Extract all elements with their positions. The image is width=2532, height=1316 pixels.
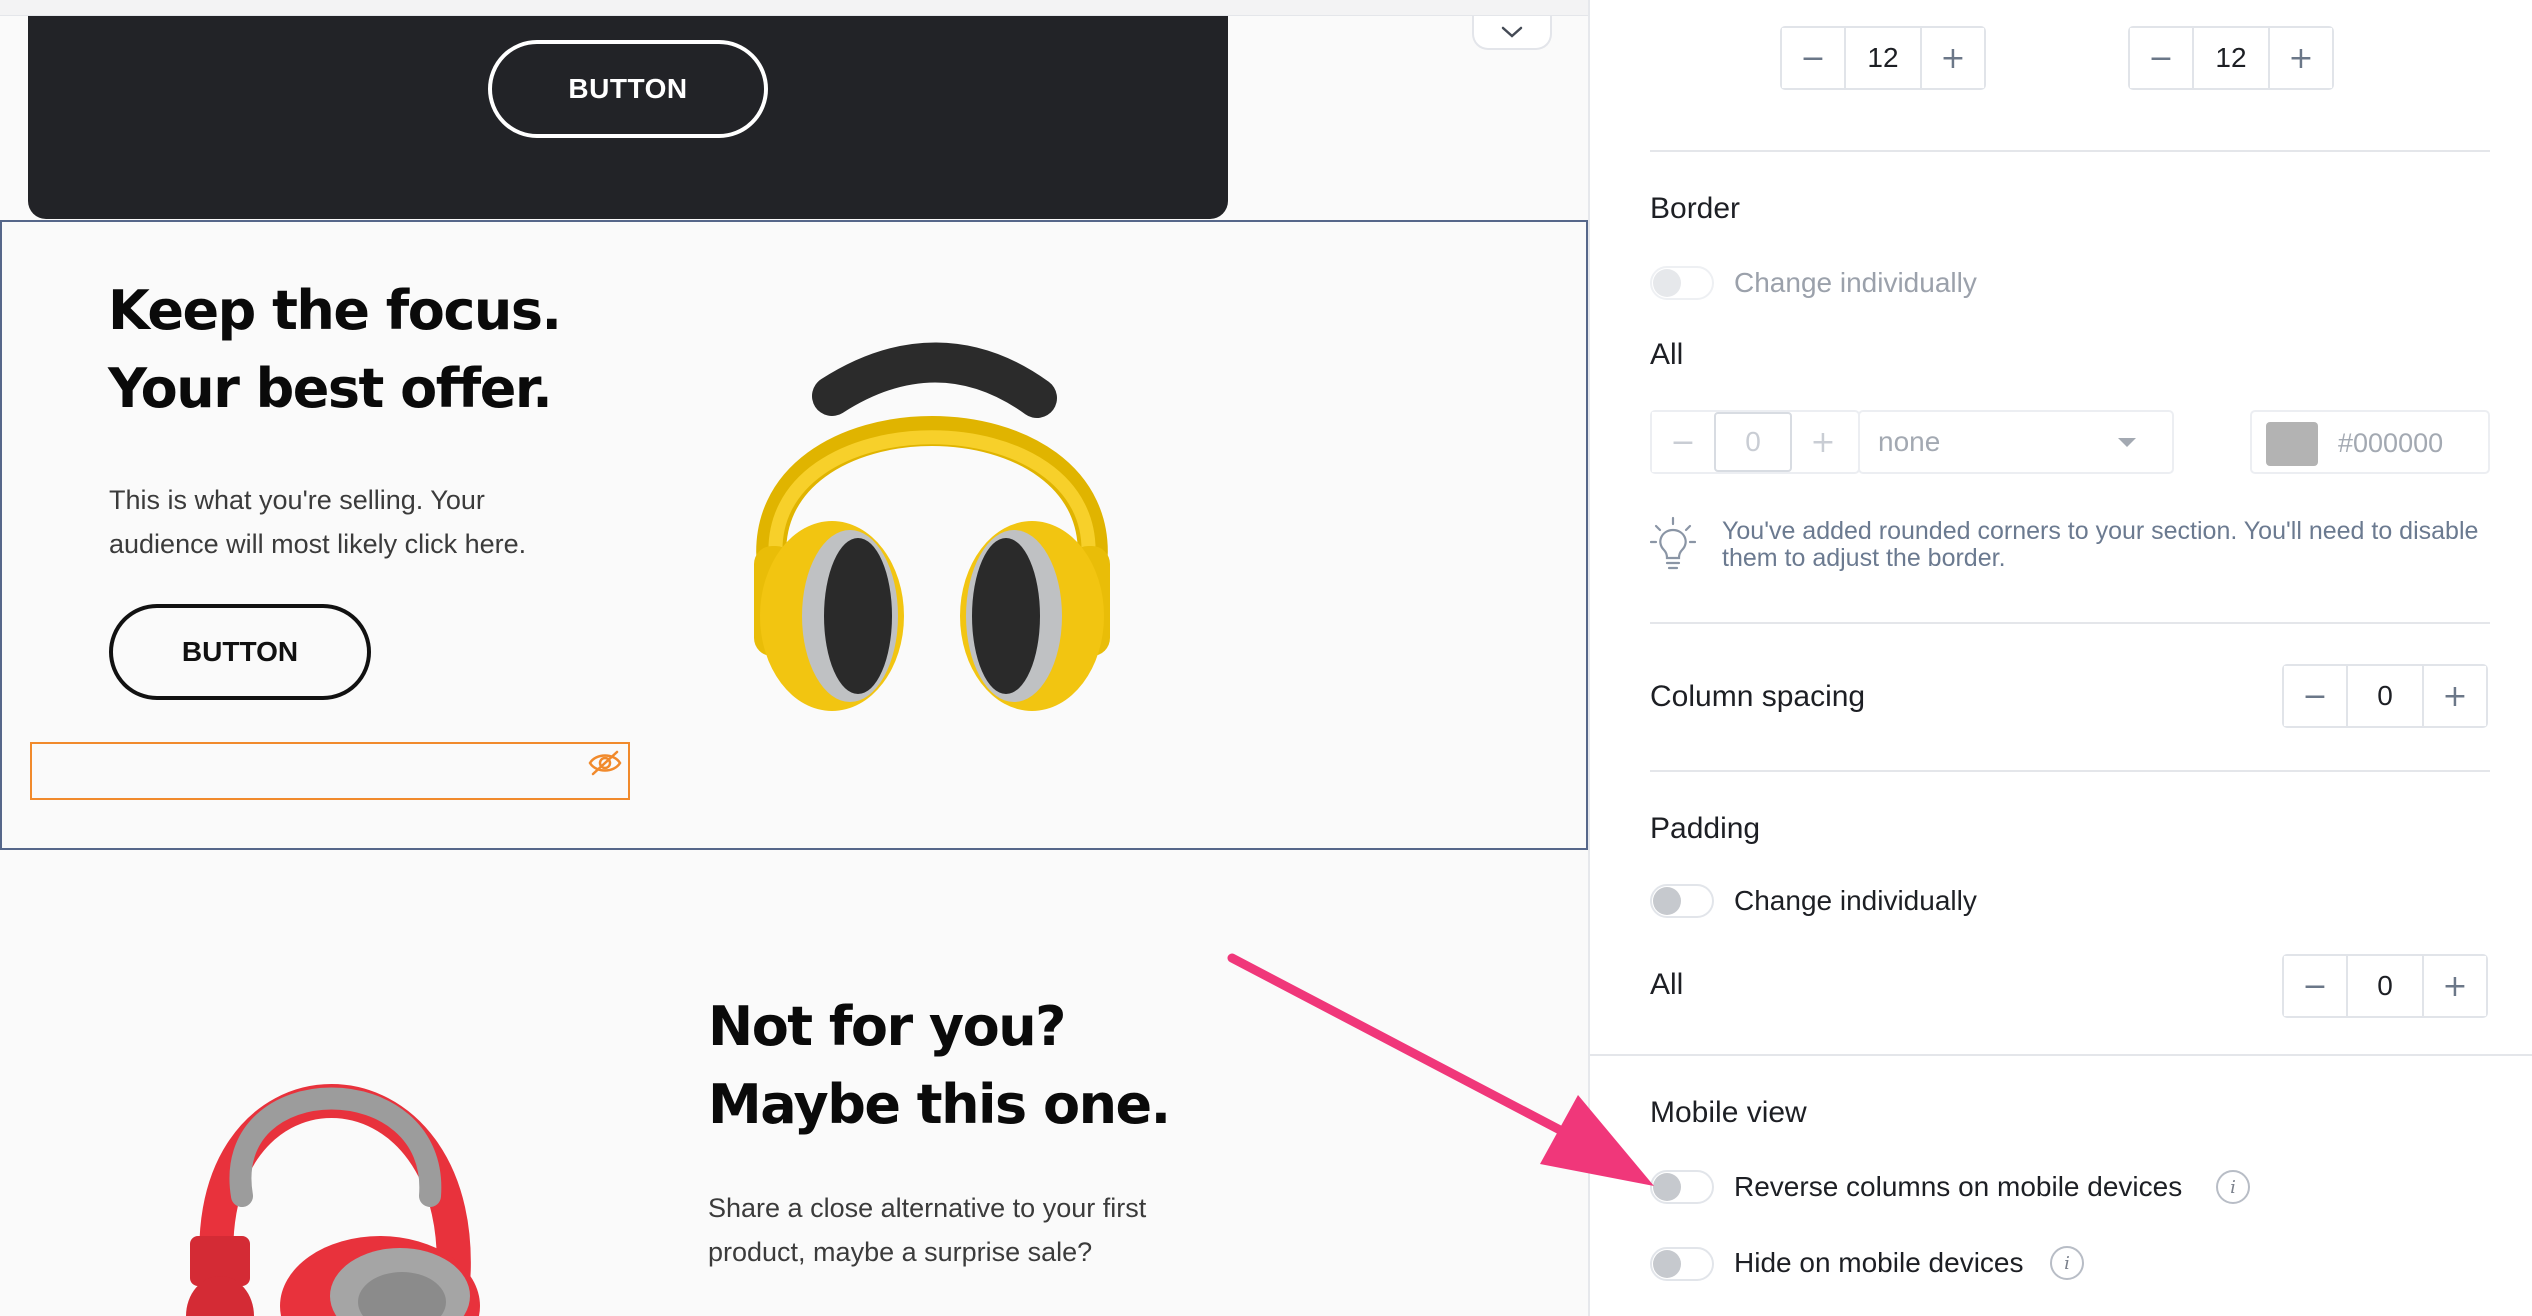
border-change-individually-label: Change individually xyxy=(1734,267,1977,298)
border-style-select[interactable]: none xyxy=(1858,410,2174,474)
padding-all-label: All xyxy=(1650,968,1684,1001)
lower-body-text: Share a close alternative to your first … xyxy=(708,1186,1146,1274)
headline-line-1: Keep the focus. xyxy=(108,279,562,342)
hide-on-mobile-toggle[interactable] xyxy=(1650,1247,1714,1281)
decrement-button[interactable]: − xyxy=(2284,956,2346,1016)
section-body-text: This is what you're selling. Your audien… xyxy=(109,478,526,566)
stepper-value[interactable]: 0 xyxy=(2346,666,2424,726)
lower-headline-line-2: Maybe this one. xyxy=(708,1073,1171,1136)
yellow-headphones-image xyxy=(754,342,1110,711)
section-headline: Keep the focus. Your best offer. xyxy=(108,272,562,428)
settings-panel: − 12 + − 12 + Border Change individually… xyxy=(1588,0,2532,1316)
divider xyxy=(1590,1054,2532,1056)
column-spacing-label: Column spacing xyxy=(1650,680,1866,713)
body-line-2: audience will most likely click here. xyxy=(109,529,527,559)
lower-headline: Not for you? Maybe this one. xyxy=(708,988,1171,1144)
canvas-top-strip xyxy=(0,0,1588,16)
decrement-button[interactable]: − xyxy=(2284,666,2346,726)
headline-line-2: Your best offer. xyxy=(108,357,553,420)
stepper-value[interactable]: 0 xyxy=(1714,412,1792,472)
info-icon[interactable]: i xyxy=(2050,1246,2084,1280)
border-color-picker[interactable]: #000000 xyxy=(2250,410,2490,474)
border-all-label: All xyxy=(1650,338,1684,371)
stepper-value[interactable]: 12 xyxy=(1844,28,1922,88)
column-spacing-stepper: − 0 + xyxy=(2282,664,2488,728)
padding-title: Padding xyxy=(1650,812,1761,845)
dropdown-caret-icon xyxy=(2118,438,2136,447)
border-title: Border xyxy=(1650,192,1741,225)
editor-canvas: BUTTON Keep the focus. Your best offer. … xyxy=(0,0,1588,1316)
divider xyxy=(1650,770,2490,772)
info-icon[interactable]: i xyxy=(2216,1170,2250,1204)
dark-section[interactable]: BUTTON xyxy=(28,16,1228,219)
mobile-view-title: Mobile view xyxy=(1650,1096,1807,1129)
padding-change-individually-label: Change individually xyxy=(1734,885,1977,916)
lower-section[interactable]: Not for you? Maybe this one. Share a clo… xyxy=(0,852,1588,1316)
lower-body-line-2: product, maybe a surprise sale? xyxy=(708,1237,1093,1267)
divider xyxy=(1650,150,2490,152)
lower-headline-line-1: Not for you? xyxy=(708,995,1066,1058)
red-headphones-image xyxy=(186,1084,480,1316)
border-width-stepper: − 0 + xyxy=(1650,410,1860,474)
selected-section[interactable]: Keep the focus. Your best offer. This is… xyxy=(0,220,1588,850)
increment-button[interactable]: + xyxy=(1922,28,1984,88)
top-stepper-left: − 12 + xyxy=(1780,26,1986,90)
eye-slash-icon xyxy=(588,750,622,776)
stepper-value[interactable]: 0 xyxy=(2346,956,2424,1016)
collapse-toggle[interactable] xyxy=(1472,16,1552,50)
lower-body-line-1: Share a close alternative to your first xyxy=(708,1193,1147,1223)
dark-section-button[interactable]: BUTTON xyxy=(488,40,768,138)
body-line-1: This is what you're selling. Your xyxy=(109,485,485,515)
increment-button[interactable]: + xyxy=(1792,412,1854,472)
decrement-button[interactable]: − xyxy=(1652,412,1714,472)
border-style-value: none xyxy=(1878,426,1941,457)
lightbulb-icon xyxy=(1650,516,1696,570)
hide-on-mobile-label: Hide on mobile devices xyxy=(1734,1247,2024,1278)
rounded-corners-hint: You've added rounded corners to your sec… xyxy=(1722,518,2492,572)
chevron-down-icon xyxy=(1501,26,1523,38)
padding-stepper: − 0 + xyxy=(2282,954,2488,1018)
top-stepper-right: − 12 + xyxy=(2128,26,2334,90)
padding-change-individually-toggle[interactable] xyxy=(1650,884,1714,918)
border-change-individually-toggle[interactable] xyxy=(1650,266,1714,300)
hidden-block[interactable] xyxy=(30,742,630,800)
hint-line-2: them to adjust the border. xyxy=(1722,544,2006,572)
stepper-value[interactable]: 12 xyxy=(2192,28,2270,88)
divider xyxy=(1650,622,2490,624)
increment-button[interactable]: + xyxy=(2270,28,2332,88)
increment-button[interactable]: + xyxy=(2424,956,2486,1016)
increment-button[interactable]: + xyxy=(2424,666,2486,726)
decrement-button[interactable]: − xyxy=(1782,28,1844,88)
hint-line-1: You've added rounded corners to your sec… xyxy=(1722,517,2479,545)
border-color-hex: #000000 xyxy=(2338,428,2444,458)
color-swatch[interactable] xyxy=(2266,422,2318,466)
reverse-columns-label: Reverse columns on mobile devices xyxy=(1734,1171,2183,1202)
section-button[interactable]: BUTTON xyxy=(109,604,371,700)
reverse-columns-toggle[interactable] xyxy=(1650,1170,1714,1204)
decrement-button[interactable]: − xyxy=(2130,28,2192,88)
